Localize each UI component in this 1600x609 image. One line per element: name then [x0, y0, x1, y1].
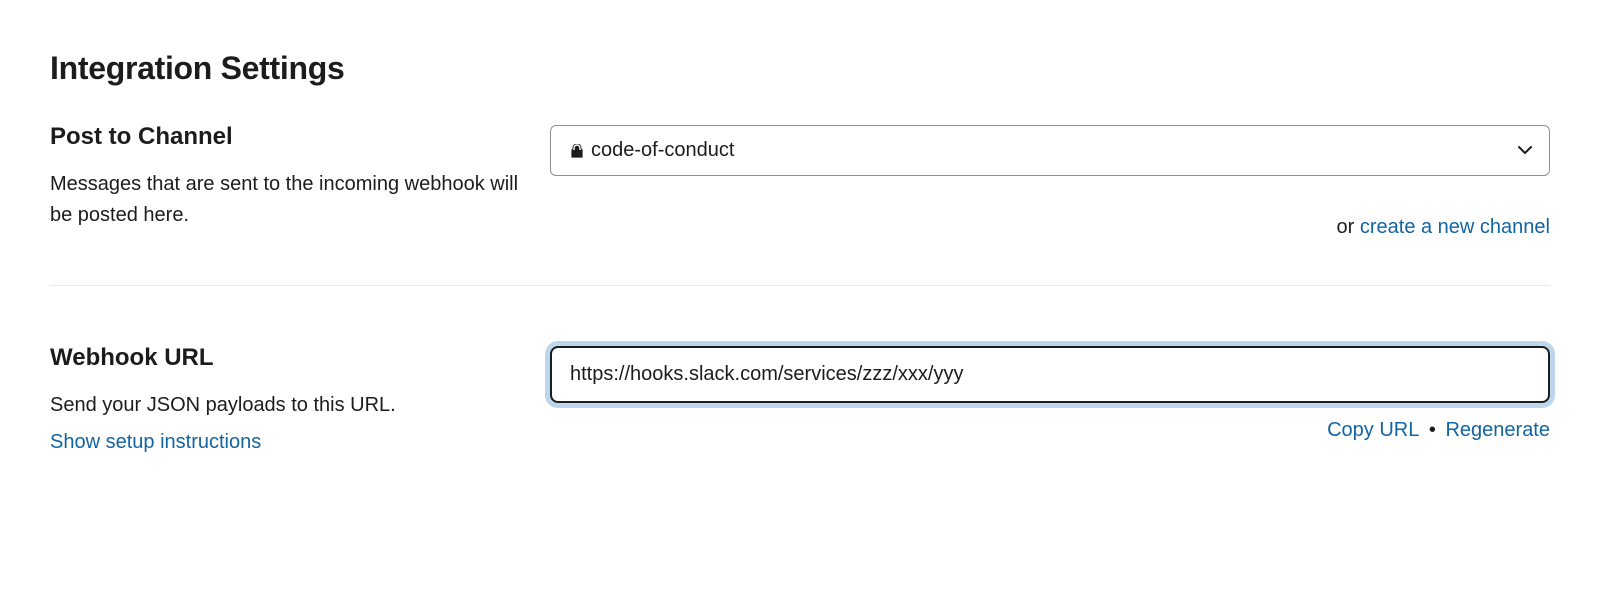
webhook-url-right: Copy URL • Regenerate	[550, 344, 1550, 442]
show-setup-instructions-link[interactable]: Show setup instructions	[50, 431, 261, 454]
channel-select[interactable]: code-of-conduct	[550, 125, 1550, 176]
or-text: or	[1337, 216, 1360, 238]
webhook-url-input[interactable]	[550, 346, 1550, 403]
post-to-channel-desc: Messages that are sent to the incoming w…	[50, 169, 520, 231]
create-channel-link[interactable]: create a new channel	[1360, 216, 1550, 238]
channel-select-wrap: code-of-conduct	[550, 125, 1550, 176]
lock-icon	[571, 144, 583, 158]
or-create-row: or create a new channel	[550, 216, 1550, 239]
webhook-url-desc: Send your JSON payloads to this URL.	[50, 390, 520, 421]
page-title: Integration Settings	[50, 50, 1550, 87]
post-to-channel-heading: Post to Channel	[50, 123, 520, 151]
action-separator: •	[1419, 419, 1445, 441]
post-to-channel-left: Post to Channel Messages that are sent t…	[50, 123, 550, 231]
regenerate-link[interactable]: Regenerate	[1445, 419, 1550, 441]
webhook-url-heading: Webhook URL	[50, 344, 520, 372]
section-divider	[50, 285, 1550, 286]
webhook-url-actions: Copy URL • Regenerate	[550, 419, 1550, 442]
webhook-url-left: Webhook URL Send your JSON payloads to t…	[50, 344, 550, 454]
webhook-url-input-wrap	[550, 346, 1550, 403]
post-to-channel-section: Post to Channel Messages that are sent t…	[50, 123, 1550, 239]
copy-url-link[interactable]: Copy URL	[1327, 419, 1419, 441]
post-to-channel-right: code-of-conduct or create a new channel	[550, 123, 1550, 239]
webhook-url-section: Webhook URL Send your JSON payloads to t…	[50, 344, 1550, 454]
channel-select-value: code-of-conduct	[591, 139, 734, 162]
